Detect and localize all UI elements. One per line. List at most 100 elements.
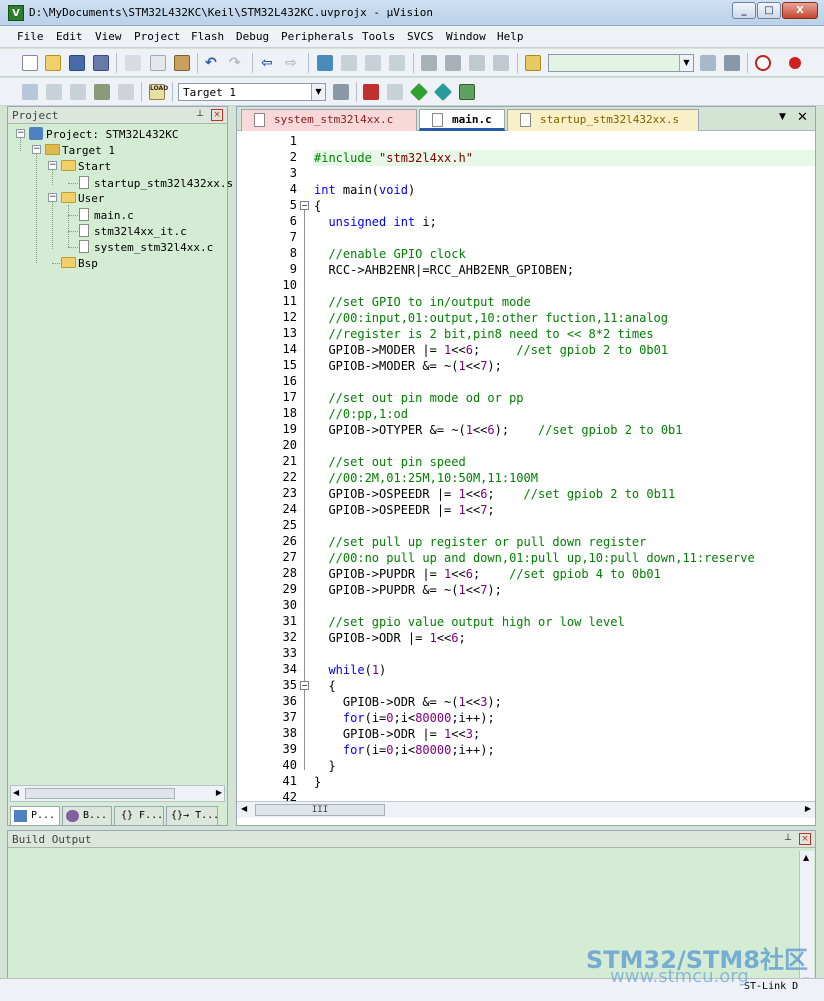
next-bookmark-icon[interactable] xyxy=(365,55,381,71)
tree-file-startup[interactable]: startup_stm32l432xx.s xyxy=(94,177,233,190)
target-select[interactable]: Target 1 ▼ xyxy=(178,83,326,101)
code-line[interactable]: //00:2M,01:25M,10:50M,11:100M xyxy=(314,470,538,486)
copy-icon[interactable] xyxy=(150,55,166,71)
code-line[interactable]: //set pull up register or pull down regi… xyxy=(314,534,646,550)
batch-build-icon[interactable] xyxy=(94,84,110,100)
tree-group-bsp[interactable]: Bsp xyxy=(78,257,98,270)
fold-toggle[interactable]: − xyxy=(300,681,309,690)
pack-installer-icon[interactable] xyxy=(433,82,453,102)
tree-file-system[interactable]: system_stm32l4xx.c xyxy=(94,241,213,254)
indent-icon[interactable] xyxy=(421,55,437,71)
code-line[interactable]: //set GPIO to in/output mode xyxy=(314,294,530,310)
code-line[interactable]: while(1) xyxy=(314,662,386,678)
close-panel-icon[interactable]: × xyxy=(211,109,223,121)
tab-main-c[interactable]: main.c xyxy=(419,109,505,131)
code-line[interactable]: GPIOB->PUPDR |= 1<<6; //set gpiob 4 to 0… xyxy=(314,566,660,582)
rte-icon[interactable] xyxy=(459,84,475,100)
code-line[interactable]: for(i=0;i<80000;i++); xyxy=(314,742,495,758)
build-icon[interactable] xyxy=(46,84,62,100)
menu-peripherals[interactable]: Peripherals xyxy=(281,30,354,43)
find-icon[interactable] xyxy=(724,55,740,71)
code-line[interactable]: } xyxy=(314,774,321,790)
menu-file[interactable]: File xyxy=(17,30,44,43)
open-file-icon[interactable] xyxy=(45,55,61,71)
scroll-left-icon[interactable]: ◀ xyxy=(241,804,247,813)
tab-functions[interactable]: {} F... xyxy=(114,806,164,826)
code-line[interactable]: #include "stm32l4xx.h" xyxy=(314,150,473,166)
code-line[interactable]: //enable GPIO clock xyxy=(314,246,465,262)
cut-icon[interactable] xyxy=(125,55,141,71)
project-hscrollbar[interactable]: ◀ ▶ xyxy=(10,785,225,802)
tab-templates[interactable]: {}→ T... xyxy=(166,806,219,826)
code-line[interactable]: unsigned int i; xyxy=(314,214,436,230)
download-icon[interactable]: LOAD xyxy=(149,84,168,100)
select-packs-icon[interactable] xyxy=(387,84,403,100)
scroll-right-icon[interactable]: ▶ xyxy=(805,804,811,813)
code-line[interactable]: //set out pin mode od or pp xyxy=(314,390,523,406)
code-line[interactable]: GPIOB->PUPDR &= ~(1<<7); xyxy=(314,582,501,598)
redo-icon[interactable]: ↷ xyxy=(229,55,245,71)
prev-bookmark-icon[interactable] xyxy=(341,55,357,71)
code-line[interactable]: { xyxy=(314,198,321,214)
find-combo[interactable]: ▼ xyxy=(548,54,694,72)
find-in-files-icon[interactable] xyxy=(525,55,541,71)
target-options-icon[interactable] xyxy=(333,84,349,100)
code-line[interactable]: GPIOB->MODER &= ~(1<<7); xyxy=(314,358,501,374)
code-line[interactable]: GPIOB->ODR |= 1<<6; xyxy=(314,630,465,646)
code-area[interactable]: 1 2 3 4 5 6 7 8 9 10 11 12 13 14 15 16 17 18 19 20 21 22 23 24 2… xyxy=(237,131,815,801)
uncomment-icon[interactable] xyxy=(493,55,509,71)
undo-icon[interactable]: ↶ xyxy=(205,55,221,71)
tree-project-root[interactable]: Project: STM32L432KC xyxy=(46,128,178,141)
nav-back-icon[interactable]: ⇦ xyxy=(261,55,277,71)
paste-icon[interactable] xyxy=(174,55,190,71)
manage-runtime-icon[interactable] xyxy=(409,82,429,102)
tab-books[interactable]: B... xyxy=(62,806,112,826)
tab-startup-stm32l432xx[interactable]: startup_stm32l432xx.s xyxy=(507,109,699,131)
tree-target[interactable]: Target 1 xyxy=(62,144,115,157)
translate-icon[interactable] xyxy=(22,84,38,100)
menu-window[interactable]: Window xyxy=(446,30,486,43)
tree-group-user[interactable]: User xyxy=(78,192,105,205)
code-line[interactable]: //set out pin speed xyxy=(314,454,465,470)
code-line[interactable]: //register is 2 bit,pin8 need to << 8*2 … xyxy=(314,326,653,342)
unindent-icon[interactable] xyxy=(445,55,461,71)
scroll-up-icon[interactable]: ▲ xyxy=(803,853,809,862)
scroll-thumb[interactable]: III xyxy=(255,804,385,816)
save-all-icon[interactable] xyxy=(93,55,109,71)
rebuild-icon[interactable] xyxy=(70,84,86,100)
tab-project[interactable]: P... xyxy=(10,806,60,826)
menu-svcs[interactable]: SVCS xyxy=(407,30,434,43)
code-line[interactable]: for(i=0;i<80000;i++); xyxy=(314,710,495,726)
save-icon[interactable] xyxy=(69,55,85,71)
chevron-down-icon[interactable]: ▼ xyxy=(311,84,325,100)
close-panel-icon[interactable]: × xyxy=(799,833,811,845)
incremental-find-icon[interactable] xyxy=(700,55,716,71)
menu-debug[interactable]: Debug xyxy=(236,30,269,43)
code-line[interactable]: { xyxy=(314,678,335,694)
tab-list-dropdown-icon[interactable]: ▼ xyxy=(779,112,786,122)
code-line[interactable]: int main(void) xyxy=(314,182,415,198)
close-window-button[interactable]: X xyxy=(782,2,818,19)
collapse-project-toggle[interactable]: − xyxy=(16,129,25,138)
stop-build-icon[interactable] xyxy=(118,84,134,100)
menu-project[interactable]: Project xyxy=(134,30,180,43)
code-line[interactable]: //00:input,01:output,10:other fuction,11… xyxy=(314,310,668,326)
collapse-target-toggle[interactable]: − xyxy=(32,145,41,154)
nav-forward-icon[interactable]: ⇨ xyxy=(285,55,301,71)
tree-file-main[interactable]: main.c xyxy=(94,209,134,222)
code-line[interactable]: RCC->AHB2ENR|=RCC_AHB2ENR_GPIOBEN; xyxy=(314,262,574,278)
menu-tools[interactable]: Tools xyxy=(362,30,395,43)
collapse-user-toggle[interactable]: − xyxy=(48,193,57,202)
close-tab-icon[interactable]: ✕ xyxy=(797,110,808,125)
manage-project-items-icon[interactable] xyxy=(363,84,379,100)
comment-icon[interactable] xyxy=(469,55,485,71)
code-line[interactable]: GPIOB->ODR &= ~(1<<3); xyxy=(314,694,502,710)
code-line[interactable]: GPIOB->ODR |= 1<<3; xyxy=(314,726,480,742)
menu-edit[interactable]: Edit xyxy=(56,30,83,43)
code-line[interactable]: GPIOB->OSPEEDR |= 1<<6; //set gpiob 2 to… xyxy=(314,486,675,502)
bookmark-icon[interactable] xyxy=(317,55,333,71)
tree-group-start[interactable]: Start xyxy=(78,160,111,173)
code-line[interactable]: //00:no pull up and down,01:pull up,10:p… xyxy=(314,550,754,566)
scroll-left-icon[interactable]: ◀ xyxy=(13,788,19,797)
pin-icon[interactable]: ⊥ xyxy=(194,109,206,121)
